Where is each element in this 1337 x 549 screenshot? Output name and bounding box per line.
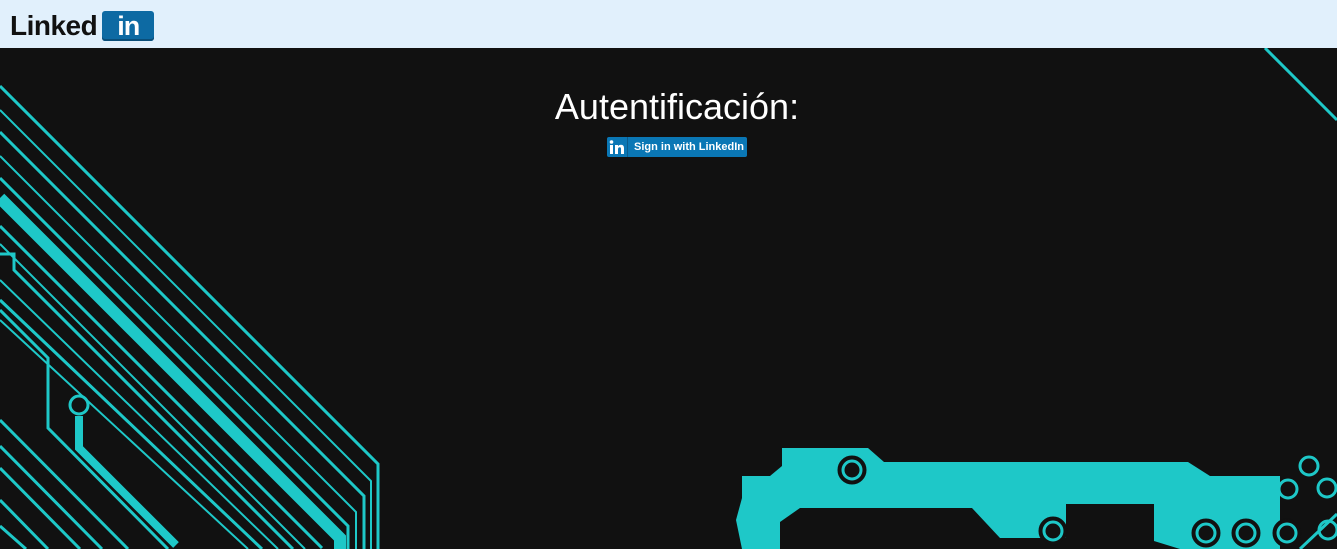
linkedin-in-icon: [607, 137, 628, 157]
logo-wordmark: Linked: [10, 10, 98, 41]
linkedin-logo[interactable]: Linked in: [10, 10, 155, 41]
sign-in-label: Sign in with LinkedIn: [634, 141, 744, 153]
sign-in-with-linkedin-button[interactable]: Sign in with LinkedIn: [607, 137, 747, 157]
page-title: Autentificación:: [554, 86, 800, 127]
logo-in-badge: in: [102, 11, 155, 41]
header-bar: Linked in: [0, 0, 1337, 48]
